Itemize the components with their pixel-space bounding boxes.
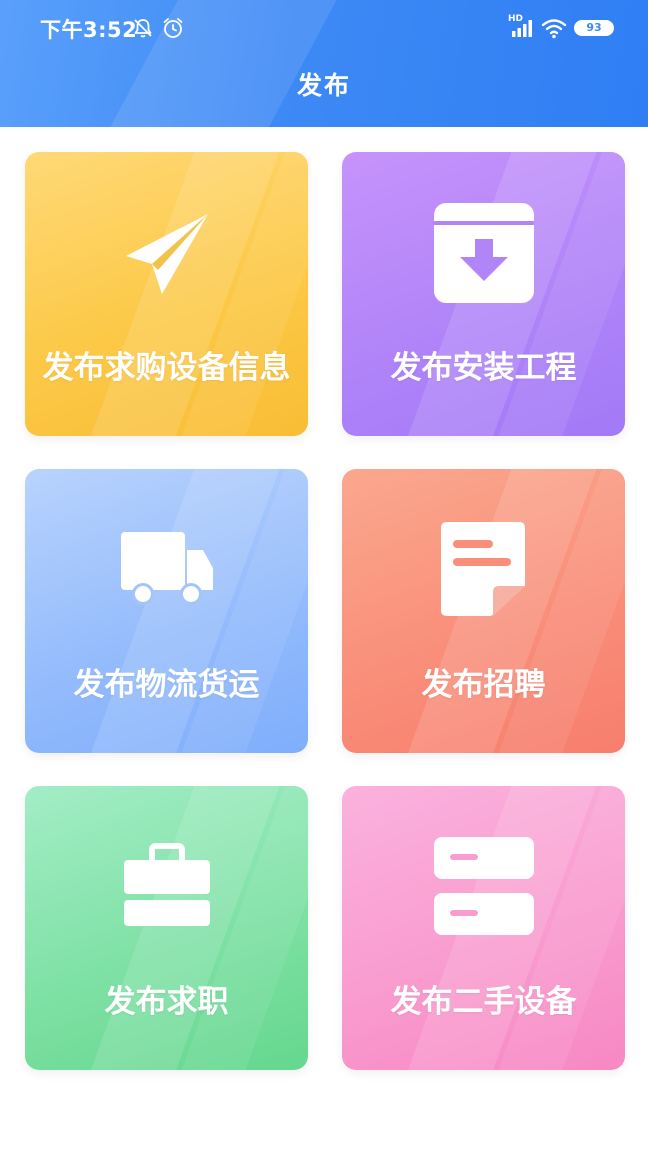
storage-drawer-icon [342,832,625,942]
card-label: 发布安装工程 [390,350,577,386]
publish-purchase-request-card[interactable]: 发布求购设备信息 [25,152,308,436]
status-time: 下午3:52 [40,18,138,42]
alarm-icon [163,18,183,38]
box-download-icon [342,198,625,308]
document-icon [342,515,625,625]
app-header: 下午3:52 HD 93 发布 [0,0,648,127]
page-title: 发布 [296,71,351,100]
card-label: 发布求职 [104,984,229,1020]
paper-plane-icon [25,198,308,308]
card-label: 发布招聘 [421,667,546,703]
card-label: 发布二手设备 [390,984,577,1020]
truck-icon [25,515,308,625]
publish-logistics-card[interactable]: 发布物流货运 [25,469,308,753]
card-label: 发布物流货运 [73,667,260,703]
battery-level: 93 [586,21,602,34]
status-bar: 下午3:52 HD 93 [0,0,648,56]
signal-icon [512,20,532,37]
publish-job-seeking-card[interactable]: 发布求职 [25,786,308,1070]
battery-icon: 93 [574,20,614,36]
publish-recruitment-card[interactable]: 发布招聘 [342,469,625,753]
wifi-icon [541,19,567,39]
briefcase-icon [25,832,308,942]
card-label: 发布求购设备信息 [42,350,291,386]
mute-bell-icon [134,19,152,38]
publish-used-equipment-card[interactable]: 发布二手设备 [342,786,625,1070]
publish-installation-project-card[interactable]: 发布安装工程 [342,152,625,436]
